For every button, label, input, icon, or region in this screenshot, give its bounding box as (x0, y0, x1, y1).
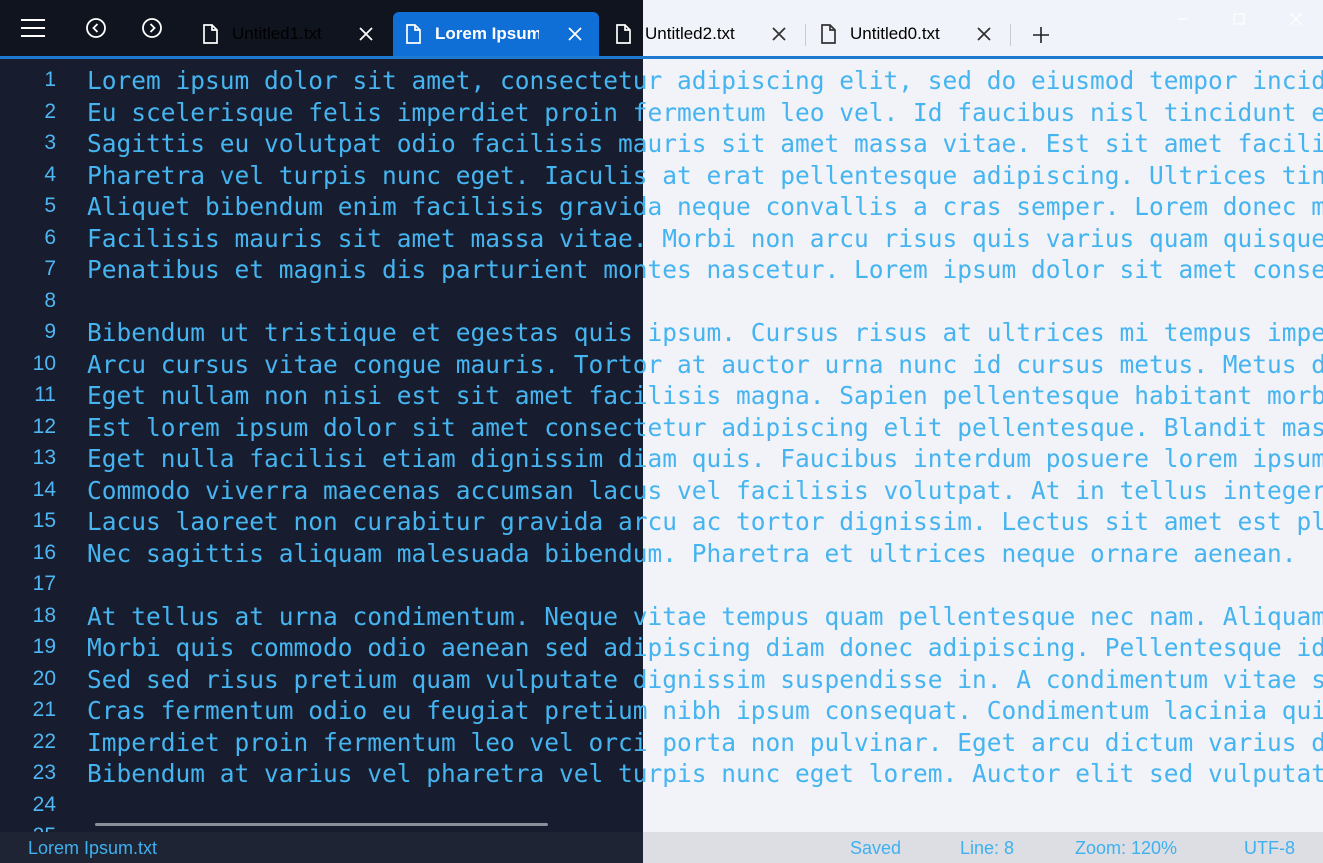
line-number: 3 (44, 131, 56, 154)
status-line[interactable]: Line: 8 (960, 838, 1014, 859)
text-line[interactable]: Sed sed risus pretium quam vulputate dig… (87, 666, 1323, 699)
line-number: 4 (44, 162, 56, 186)
tab-label: Untitled2.txt (645, 24, 735, 43)
text-line[interactable]: Imperdiet proin fermentum leo vel orci p… (87, 729, 1323, 762)
back-icon[interactable] (78, 10, 114, 46)
close-icon[interactable] (769, 24, 789, 44)
tab-separator (1010, 24, 1011, 46)
tab-label: Lorem Ipsum.txt (435, 24, 539, 43)
line-number: 17 (32, 572, 56, 595)
line-number: 8 (44, 288, 56, 312)
forward-icon[interactable] (134, 10, 170, 46)
status-saved: Saved (850, 838, 902, 858)
tab-untitled0[interactable]: Untitled0.txt (808, 12, 1008, 56)
text-line[interactable]: Commodo viverra maecenas accumsan lacus … (87, 477, 1323, 510)
text-line[interactable]: Lorem ipsum dolor sit amet, consectetur … (87, 68, 1323, 100)
tab-label: Untitled0.txt (850, 24, 940, 43)
status-encoding[interactable]: UTF-8 (1244, 838, 1295, 859)
line-number: 23 (32, 761, 56, 784)
minimize-icon[interactable] (1167, 6, 1199, 32)
line-number: 9 (44, 320, 56, 343)
text-line[interactable]: Eget nulla facilisi etiam dignissim diam… (87, 446, 1323, 478)
close-icon[interactable] (356, 24, 376, 44)
status-bar: Lorem Ipsum.txt Saved Line: 8 Zoom: 120%… (0, 832, 1323, 863)
text-line[interactable]: Bibendum at varius vel pharetra vel turp… (87, 761, 1323, 793)
line-number: 11 (34, 383, 56, 406)
line-number: 22 (32, 729, 56, 753)
text-line[interactable]: Eget nullam non nisi est sit amet facili… (87, 383, 1323, 415)
line-number: 19 (32, 635, 56, 658)
line-number: 21 (32, 698, 56, 721)
tab-untitled1[interactable]: Untitled1.txt (190, 12, 390, 56)
active-tab-underline (0, 56, 1323, 59)
text-line[interactable] (87, 572, 1323, 604)
file-icon (203, 24, 218, 44)
close-window-icon[interactable] (1280, 6, 1312, 32)
new-tab-plus-icon[interactable] (1023, 17, 1059, 53)
text-line[interactable]: Est lorem ipsum dolor sit amet consectet… (87, 414, 1323, 447)
horizontal-scrollbar[interactable] (95, 823, 548, 826)
text-line[interactable] (87, 289, 1323, 321)
line-number: 15 (32, 509, 56, 532)
title-bar: Untitled1.txt Lorem Ipsum.txt Untitled2.… (0, 0, 1323, 58)
tab-lorem-ipsum[interactable]: Lorem Ipsum.txt (393, 12, 599, 56)
text-line[interactable]: Facilisis mauris sit amet massa vitae. M… (87, 225, 1323, 258)
text-line[interactable]: Sagittis eu volutpat odio facilisis maur… (87, 131, 1323, 163)
tab-separator (805, 24, 806, 46)
line-number: 24 (32, 792, 56, 816)
text-line[interactable]: Pharetra vel turpis nunc eget. Iaculis a… (87, 162, 1323, 195)
text-line[interactable]: Arcu cursus vitae congue mauris. Tortor … (87, 351, 1323, 384)
text-line[interactable]: Penatibus et magnis dis parturient monte… (87, 257, 1323, 289)
line-number: 1 (44, 68, 56, 91)
line-number-gutter: 1234567891011121314151617181920212223242… (0, 68, 60, 856)
text-line[interactable]: Bibendum ut tristique et egestas quis ip… (87, 320, 1323, 352)
line-number: 18 (32, 603, 56, 627)
file-icon (406, 24, 421, 44)
line-number: 6 (44, 225, 56, 249)
line-number: 5 (44, 194, 56, 217)
file-icon (616, 24, 631, 44)
maximize-icon[interactable] (1223, 6, 1255, 32)
text-editor[interactable]: Lorem ipsum dolor sit amet, consectetur … (87, 68, 1323, 828)
line-number: 2 (44, 99, 56, 123)
line-number: 20 (32, 666, 56, 690)
line-number: 13 (32, 446, 56, 469)
line-number: 16 (32, 540, 56, 564)
close-icon[interactable] (565, 24, 585, 44)
status-filename: Lorem Ipsum.txt (28, 838, 158, 858)
text-line[interactable]: Nec sagittis aliquam malesuada bibendum.… (87, 540, 1323, 573)
text-line[interactable]: Aliquet bibendum enim facilisis gravida … (87, 194, 1323, 226)
line-number: 10 (32, 351, 56, 375)
tab-label: Untitled1.txt (232, 24, 322, 43)
status-zoom[interactable]: Zoom: 120% (1075, 838, 1177, 859)
text-line[interactable]: Lacus laoreet non curabitur gravida arcu… (87, 509, 1323, 541)
close-icon[interactable] (974, 24, 994, 44)
line-number: 12 (32, 414, 56, 438)
text-line[interactable]: At tellus at urna condimentum. Neque vit… (87, 603, 1323, 636)
tab-untitled2[interactable]: Untitled2.txt (603, 12, 803, 56)
text-line[interactable]: Cras fermentum odio eu feugiat pretium n… (87, 698, 1323, 730)
hamburger-menu-icon[interactable] (15, 10, 51, 46)
file-icon (821, 24, 836, 44)
text-line[interactable]: Morbi quis commodo odio aenean sed adipi… (87, 635, 1323, 667)
line-number: 14 (32, 477, 56, 501)
text-line[interactable] (87, 793, 1323, 825)
line-number: 7 (44, 257, 56, 280)
text-line[interactable]: Eu scelerisque felis imperdiet proin fer… (87, 99, 1323, 132)
